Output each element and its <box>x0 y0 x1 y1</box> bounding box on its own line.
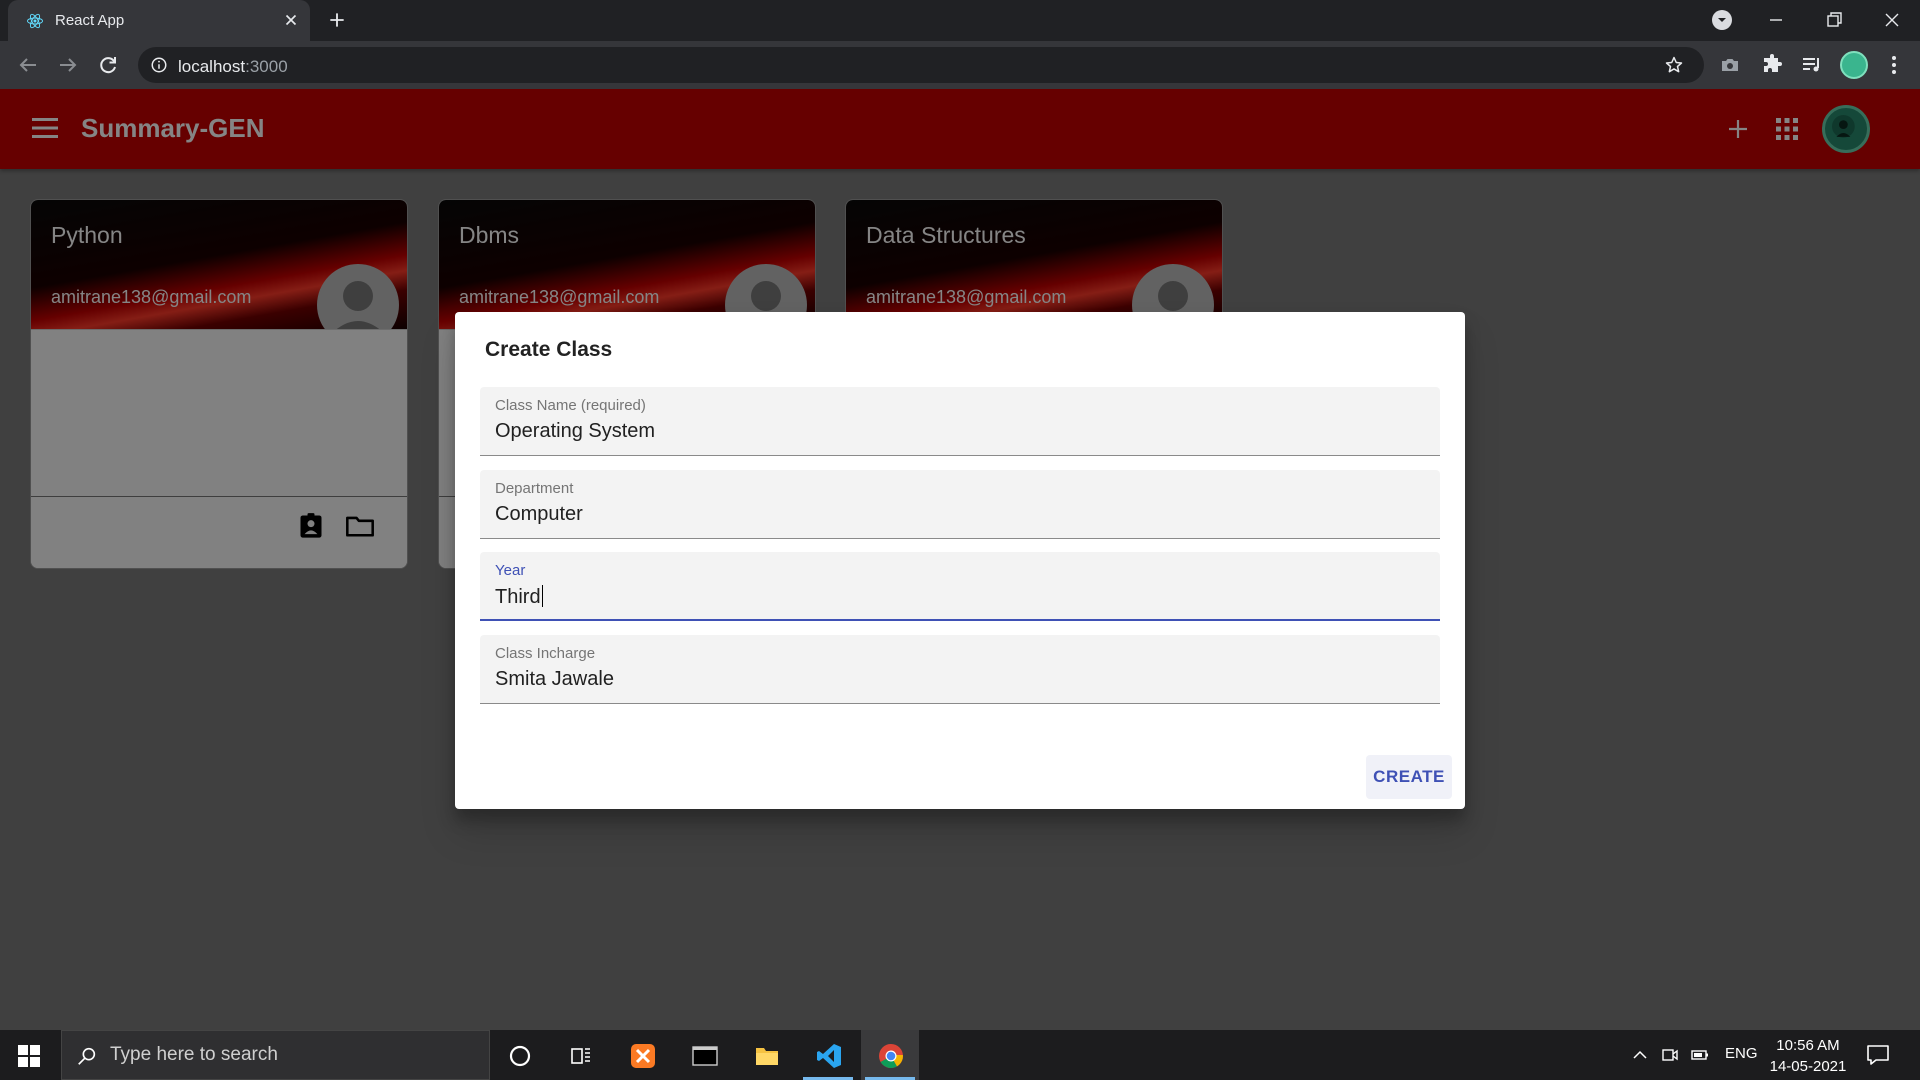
meet-now-icon[interactable] <box>1661 1046 1679 1064</box>
chevron-up-icon[interactable] <box>1631 1046 1649 1064</box>
field-value-wrap[interactable]: Third <box>495 585 543 609</box>
cortana-button[interactable] <box>490 1030 548 1080</box>
field-label: Class Incharge <box>495 645 596 662</box>
xampp-icon <box>631 1044 655 1068</box>
star-icon[interactable] <box>1664 55 1684 75</box>
close-icon[interactable] <box>282 11 300 29</box>
task-view-icon <box>571 1048 590 1064</box>
clock-date: 14-05-2021 <box>1769 1058 1847 1075</box>
tab-title: React App <box>55 12 125 29</box>
field-label: Department <box>495 480 574 497</box>
class-name-field[interactable]: Class Name (required) Operating System <box>480 387 1440 456</box>
clock-time: 10:56 AM <box>1776 1037 1840 1054</box>
windows-start-icon[interactable] <box>18 1045 40 1067</box>
file-explorer-button[interactable] <box>737 1030 795 1080</box>
system-clock[interactable]: 10:56 AM 14-05-2021 <box>1768 1035 1848 1077</box>
restore-icon[interactable] <box>1822 8 1846 32</box>
text-caret <box>541 585 543 607</box>
url-port: :3000 <box>245 57 288 76</box>
camera-icon[interactable] <box>1718 53 1742 77</box>
create-button[interactable]: CREATE <box>1366 755 1452 799</box>
department-field[interactable]: Department Computer <box>480 470 1440 539</box>
notification-icon[interactable] <box>1866 1044 1890 1066</box>
chrome-icon <box>879 1044 903 1069</box>
windows-taskbar: Type here to search ENG 10:56 AM 14-05-2… <box>0 1030 1920 1080</box>
back-icon[interactable] <box>16 53 40 77</box>
new-tab-icon[interactable] <box>327 10 347 30</box>
task-view-button[interactable] <box>551 1030 609 1080</box>
taskbar-search-box[interactable]: Type here to search <box>61 1030 490 1080</box>
tab-search-button[interactable] <box>1712 10 1732 30</box>
extensions-icon[interactable] <box>1760 53 1784 77</box>
field-value[interactable]: Operating System <box>495 420 655 443</box>
window-close-icon[interactable] <box>1880 8 1904 32</box>
media-control-icon[interactable] <box>1800 53 1824 77</box>
field-value[interactable]: Computer <box>495 503 583 526</box>
search-icon <box>78 1047 96 1065</box>
cortana-icon <box>509 1045 531 1067</box>
field-value[interactable]: Smita Jawale <box>495 668 614 691</box>
info-icon[interactable] <box>150 56 168 74</box>
address-bar[interactable]: localhost:3000 <box>138 47 1704 83</box>
browser-profile-avatar[interactable] <box>1840 51 1868 79</box>
folder-icon <box>756 1048 778 1065</box>
xampp-app-button[interactable] <box>613 1030 671 1080</box>
minimize-icon[interactable] <box>1764 8 1788 32</box>
dialog-title: Create Class <box>485 338 613 361</box>
terminal-icon <box>692 1046 718 1066</box>
class-incharge-field[interactable]: Class Incharge Smita Jawale <box>480 635 1440 704</box>
chevron-down-icon <box>1718 18 1726 22</box>
url-host: localhost <box>178 57 246 76</box>
year-field[interactable]: Year Third <box>480 552 1440 621</box>
field-label: Year <box>495 562 526 579</box>
forward-icon[interactable] <box>56 53 80 77</box>
field-value[interactable]: Third <box>495 586 541 608</box>
create-class-dialog: Create Class Class Name (required) Opera… <box>455 312 1465 809</box>
reload-icon[interactable] <box>96 53 120 77</box>
field-label: Class Name (required) <box>495 397 646 414</box>
terminal-app-button[interactable] <box>675 1030 733 1080</box>
url-text: localhost:3000 <box>178 57 288 77</box>
page-content: Summary-GEN Python amitrane138@gmail.com <box>0 89 1920 1030</box>
vscode-icon <box>817 1044 841 1068</box>
chrome-app-button[interactable] <box>861 1030 919 1080</box>
more-vert-icon[interactable] <box>1882 53 1906 77</box>
react-logo-icon <box>27 13 43 29</box>
search-placeholder: Type here to search <box>110 1044 278 1065</box>
browser-toolbar: localhost:3000 <box>0 41 1920 89</box>
browser-tab[interactable]: React App <box>8 0 310 41</box>
browser-tab-strip: React App <box>0 0 1920 41</box>
battery-icon[interactable] <box>1691 1046 1709 1064</box>
input-language[interactable]: ENG <box>1725 1045 1758 1062</box>
vscode-app-button[interactable] <box>799 1030 857 1080</box>
